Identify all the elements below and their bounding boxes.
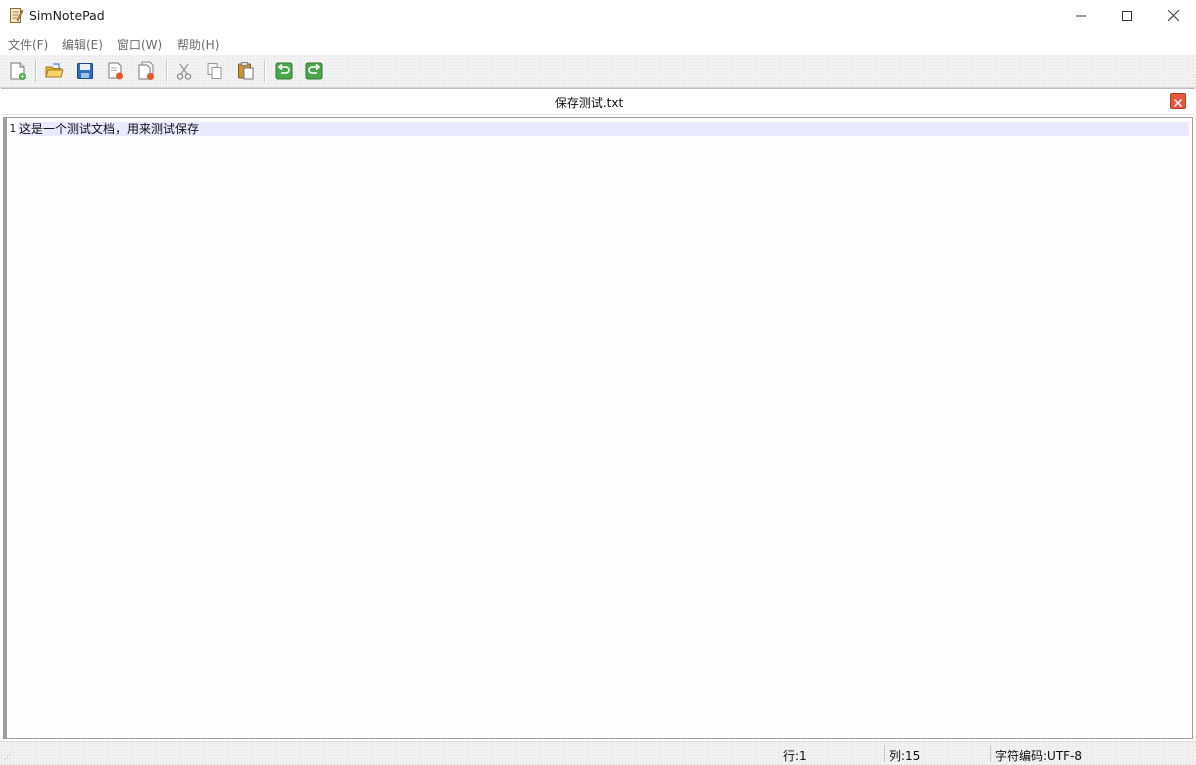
editor-line[interactable]: 1 这是一个测试文档，用来测试保存 bbox=[7, 122, 1189, 136]
maximize-button[interactable] bbox=[1104, 0, 1150, 31]
toolbar-separator bbox=[264, 60, 266, 82]
close-all-icon[interactable] bbox=[137, 61, 157, 81]
toolbar-separator bbox=[166, 60, 168, 82]
menu-edit[interactable]: 编辑(E) bbox=[62, 36, 103, 53]
notepad-icon bbox=[10, 7, 24, 23]
document-tab[interactable]: 保存测试.txt bbox=[1, 88, 1195, 115]
status-bar: ⋰ 行:1 列:15 字符编码:UTF-8 bbox=[0, 741, 1196, 765]
app-window: SimNotePad 文件(F) 编辑(E) 窗口(W) 帮助(H) 保存测试.… bbox=[0, 0, 1196, 765]
toolbar-separator bbox=[35, 60, 37, 82]
cut-icon[interactable] bbox=[174, 61, 194, 81]
copy-icon[interactable] bbox=[205, 61, 225, 81]
save-icon[interactable] bbox=[75, 61, 95, 81]
editor-left-border bbox=[4, 118, 7, 738]
menu-help[interactable]: 帮助(H) bbox=[177, 36, 219, 53]
toolbar bbox=[0, 55, 1196, 88]
document-title: 保存测试.txt bbox=[554, 96, 624, 110]
close-tab-button[interactable] bbox=[1170, 93, 1186, 109]
close-file-icon[interactable] bbox=[106, 61, 126, 81]
paste-icon[interactable] bbox=[236, 61, 256, 81]
app-title: SimNotePad bbox=[29, 8, 105, 23]
redo-icon[interactable] bbox=[304, 61, 324, 81]
resize-grip-icon[interactable]: ⋰ bbox=[4, 753, 11, 761]
new-file-icon[interactable] bbox=[8, 61, 28, 81]
status-encoding: 字符编码:UTF-8 bbox=[995, 749, 1083, 763]
close-window-button[interactable] bbox=[1150, 0, 1196, 31]
line-text[interactable]: 这是一个测试文档，用来测试保存 bbox=[19, 122, 199, 136]
menu-window[interactable]: 窗口(W) bbox=[117, 36, 162, 53]
close-icon bbox=[1167, 6, 1179, 25]
menu-bar: 文件(F) 编辑(E) 窗口(W) 帮助(H) bbox=[0, 31, 1196, 55]
close-tab-icon bbox=[1173, 92, 1183, 111]
status-separator bbox=[990, 745, 991, 762]
menu-file[interactable]: 文件(F) bbox=[8, 36, 48, 53]
title-bar: SimNotePad bbox=[0, 0, 1196, 31]
status-separator bbox=[884, 745, 885, 762]
undo-icon[interactable] bbox=[274, 61, 294, 81]
minimize-icon bbox=[1076, 6, 1086, 25]
line-number: 1 bbox=[9, 122, 16, 135]
status-column: 列:15 bbox=[889, 749, 921, 763]
status-row: 行:1 bbox=[783, 749, 807, 763]
minimize-button[interactable] bbox=[1058, 0, 1104, 31]
text-editor[interactable]: 1 这是一个测试文档，用来测试保存 bbox=[3, 117, 1193, 739]
open-folder-icon[interactable] bbox=[44, 61, 64, 81]
maximize-icon bbox=[1122, 6, 1132, 25]
